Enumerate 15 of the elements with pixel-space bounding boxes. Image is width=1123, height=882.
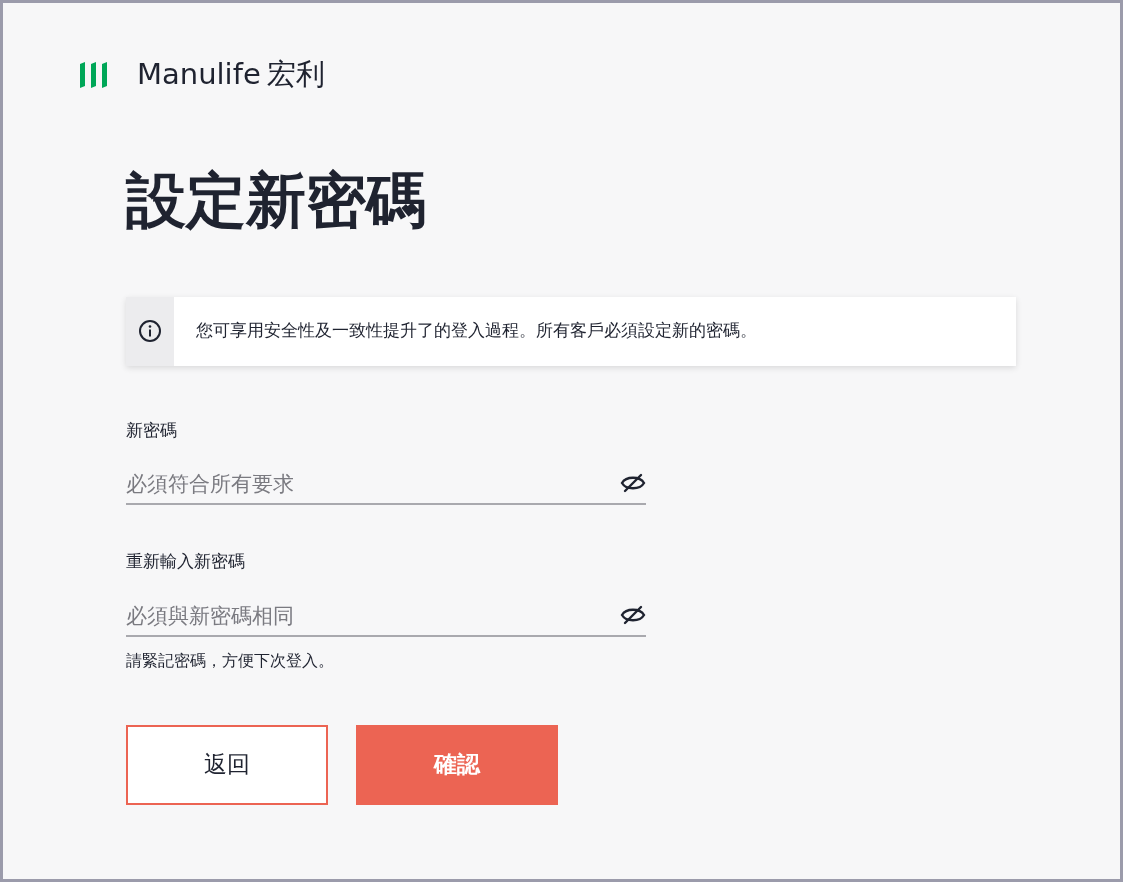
field-hint: 請緊記密碼，方便下次登入。: [126, 650, 334, 671]
eye-off-icon: [620, 473, 646, 493]
toggle-visibility-button[interactable]: [620, 604, 646, 625]
toggle-visibility-button[interactable]: [620, 473, 646, 493]
page-title: 設定新密碼: [126, 165, 426, 236]
brand-name-local: 宏利: [266, 56, 325, 93]
info-message: 您可享用安全性及一致性提升了的登入過程。所有客戶必須設定新的密碼。: [196, 320, 757, 343]
eye-off-icon: [620, 604, 646, 625]
field-label: 新密碼: [126, 419, 177, 442]
field-label: 重新輸入新密碼: [126, 551, 245, 573]
password-field[interactable]: 必須符合所有要求: [126, 465, 646, 505]
back-button[interactable]: 返回: [126, 724, 328, 805]
brand-name: Manulife: [137, 56, 261, 93]
info-icon: [138, 319, 162, 343]
password-field[interactable]: 必須與新密碼相同: [126, 596, 646, 637]
